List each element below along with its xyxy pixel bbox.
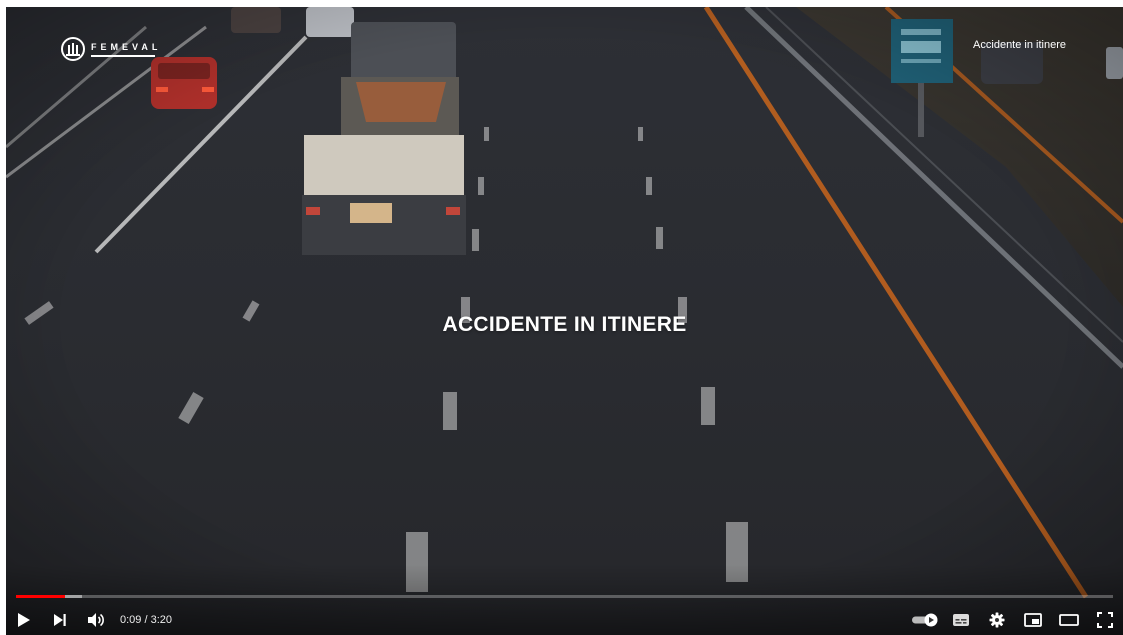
fullscreen-button[interactable] bbox=[1087, 607, 1123, 633]
volume-button[interactable] bbox=[78, 607, 114, 633]
settings-button[interactable] bbox=[979, 607, 1015, 633]
brand-emblem-icon bbox=[61, 37, 85, 61]
brand-logo: FEMEVAL bbox=[61, 37, 161, 61]
fullscreen-icon bbox=[1097, 612, 1113, 628]
play-button[interactable] bbox=[6, 607, 42, 633]
volume-icon bbox=[88, 613, 104, 627]
next-icon bbox=[54, 614, 66, 626]
play-icon bbox=[18, 613, 30, 627]
theater-mode-button[interactable] bbox=[1051, 607, 1087, 633]
video-player[interactable]: FEMEVAL Accidente in itinere ACCIDENTE I… bbox=[6, 7, 1123, 635]
progress-played bbox=[16, 595, 66, 598]
subtitles-button[interactable] bbox=[943, 607, 979, 633]
brand-underline bbox=[91, 54, 155, 57]
video-title[interactable]: Accidente in itinere bbox=[973, 39, 1066, 51]
autoplay-toggle[interactable] bbox=[907, 607, 943, 633]
miniplayer-button[interactable] bbox=[1015, 607, 1051, 633]
player-controls: 0:09 / 3:20 bbox=[6, 607, 1123, 633]
progress-bar[interactable] bbox=[16, 595, 1113, 598]
brand-name: FEMEVAL bbox=[91, 41, 162, 52]
theater-mode-icon bbox=[1059, 614, 1079, 626]
time-display: 0:09 / 3:20 bbox=[120, 614, 172, 626]
video-overlay-caption: ACCIDENTE IN ITINERE bbox=[442, 313, 687, 336]
settings-icon bbox=[989, 612, 1005, 628]
autoplay-toggle-icon bbox=[912, 613, 938, 627]
next-button[interactable] bbox=[42, 607, 78, 633]
miniplayer-icon bbox=[1024, 613, 1042, 627]
subtitles-icon bbox=[953, 614, 969, 626]
